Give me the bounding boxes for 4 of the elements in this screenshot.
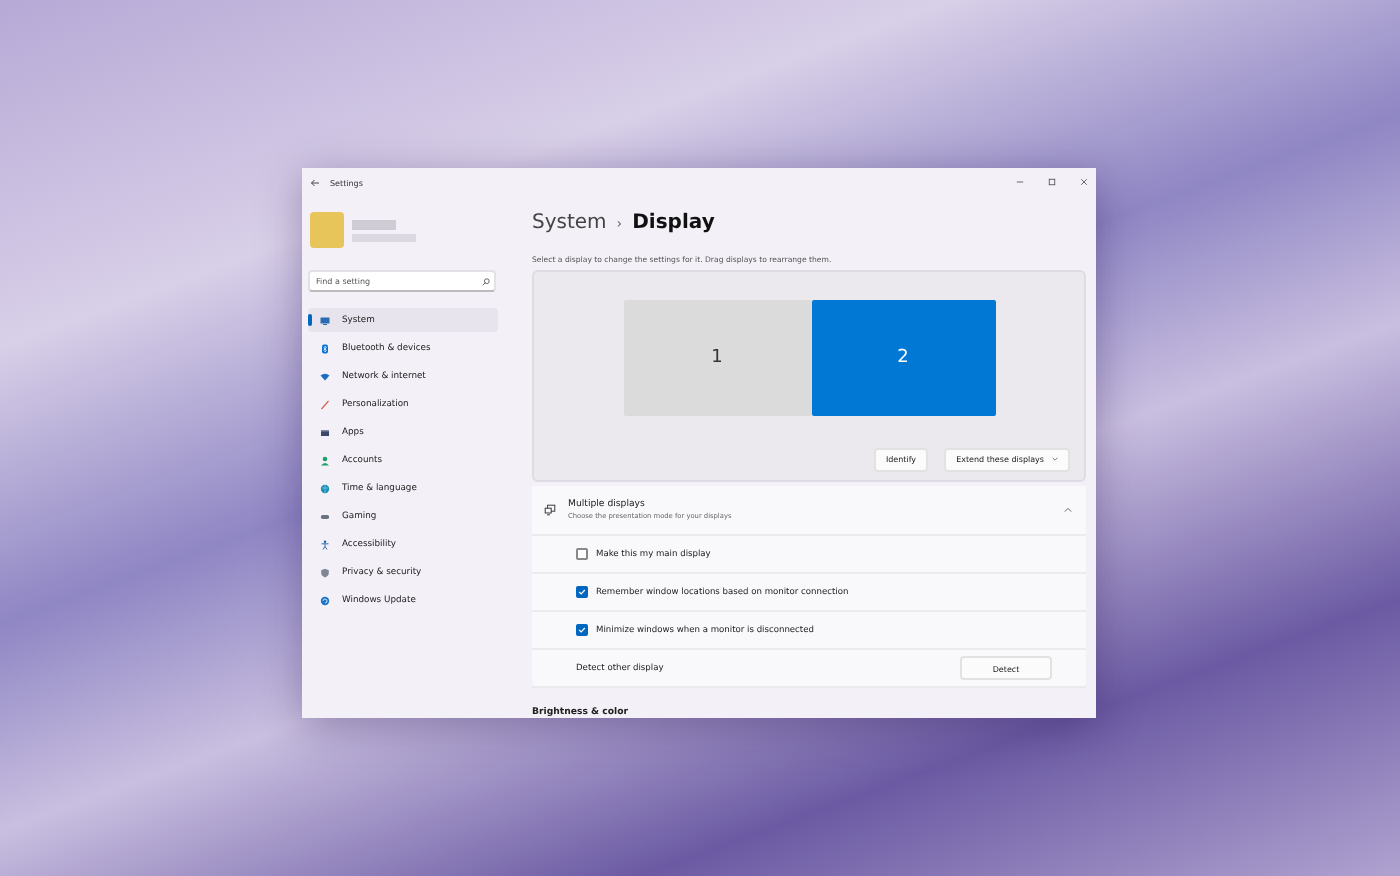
display-tile[interactable]: 2 bbox=[811, 299, 995, 416]
display-tile[interactable]: 1 bbox=[623, 299, 811, 416]
breadcrumb-link[interactable]: System bbox=[532, 212, 607, 234]
page-title: Display bbox=[632, 212, 715, 234]
